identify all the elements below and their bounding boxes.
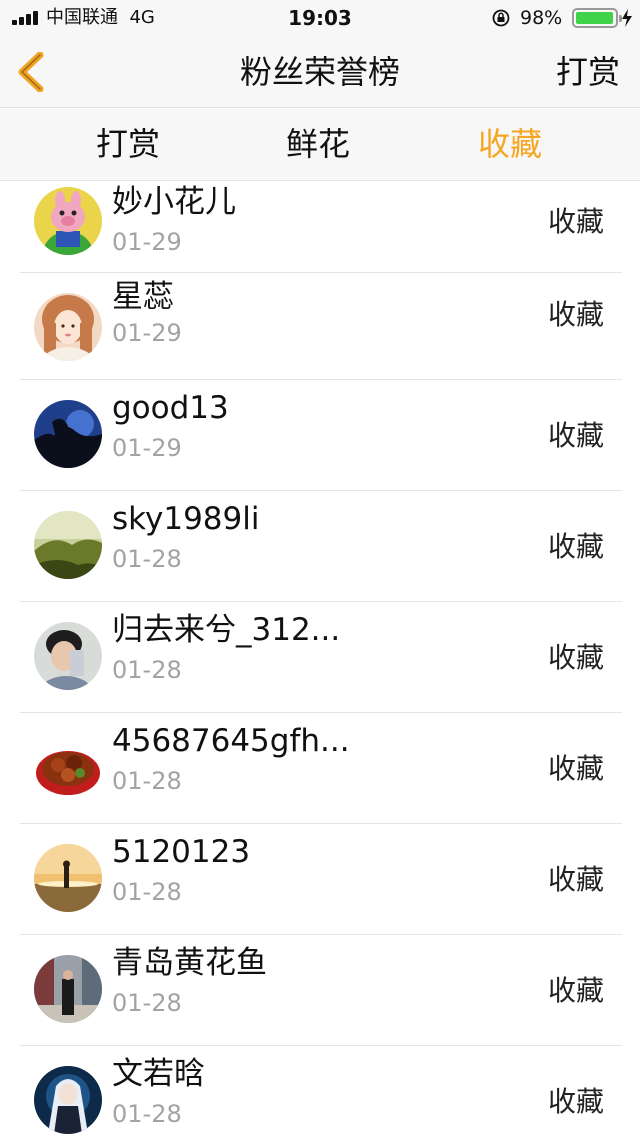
boy-selfie-avatar — [34, 622, 102, 690]
fan-name: 妙小花儿 — [112, 184, 236, 220]
food-dish-avatar — [34, 733, 102, 801]
tab-reward[interactable]: 打赏 — [68, 125, 188, 163]
fan-date: 01-28 — [112, 767, 182, 795]
fan-date: 01-29 — [112, 319, 182, 347]
fan-name: 文若晗 — [112, 1056, 205, 1092]
fan-list: 妙小花儿 01-29 收藏 星蕊 01-29 收藏 good13 01-29 收藏 s… — [0, 182, 640, 1139]
street-photo-avatar — [34, 955, 102, 1023]
fan-name: good13 — [112, 390, 229, 426]
rotation-lock-icon — [492, 9, 510, 27]
status-bar: 中国联通 4G 19:03 98% — [0, 0, 640, 36]
battery-fill — [576, 12, 613, 24]
fan-date: 01-28 — [112, 1100, 182, 1128]
fan-name: 5120123 — [112, 834, 251, 870]
favorite-label: 收藏 — [547, 641, 604, 674]
list-item[interactable]: good13 01-29 收藏 — [0, 380, 640, 491]
list-item[interactable]: 45687645gfh... 01-28 收藏 — [0, 713, 640, 824]
fan-name: 青岛黄花鱼 — [112, 945, 267, 981]
list-item[interactable]: 文若晗 01-28 收藏 — [0, 1046, 640, 1139]
tab-bar: 打赏 鲜花 收藏 — [0, 109, 640, 181]
tab-favorites[interactable]: 收藏 — [450, 125, 570, 163]
dark-silhouette-avatar — [34, 400, 102, 468]
tab-flowers[interactable]: 鲜花 — [258, 125, 378, 163]
battery-icon — [572, 8, 622, 28]
fan-name: sky1989li — [112, 501, 260, 537]
fan-date: 01-29 — [112, 434, 182, 462]
sunset-beach-avatar — [34, 844, 102, 912]
fan-name: 45687645gfh... — [112, 723, 350, 759]
fan-date: 01-28 — [112, 989, 182, 1017]
list-item[interactable]: 妙小花儿 01-29 收藏 — [0, 182, 640, 273]
nav-bar: 粉丝荣誉榜 打赏 — [0, 36, 640, 108]
anime-character-avatar — [34, 1066, 102, 1134]
list-item[interactable]: sky1989li 01-28 收藏 — [0, 491, 640, 602]
girl-portrait-avatar — [34, 293, 102, 361]
fan-date: 01-28 — [112, 656, 182, 684]
list-item[interactable]: 青岛黄花鱼 01-28 收藏 — [0, 935, 640, 1046]
pig-cartoon-avatar — [34, 187, 102, 255]
landscape-avatar — [34, 511, 102, 579]
fan-date: 01-29 — [112, 228, 182, 256]
page-title: 粉丝荣誉榜 — [239, 53, 400, 91]
list-item[interactable]: 5120123 01-28 收藏 — [0, 824, 640, 935]
favorite-label: 收藏 — [547, 298, 604, 331]
charging-bolt-icon — [622, 9, 632, 27]
fan-name: 星蕊 — [112, 279, 174, 315]
battery-percent: 98% — [520, 7, 563, 29]
favorite-label: 收藏 — [547, 752, 604, 785]
fan-date: 01-28 — [112, 878, 182, 906]
favorite-label: 收藏 — [547, 1085, 604, 1118]
favorite-label: 收藏 — [547, 863, 604, 896]
list-item[interactable]: 星蕊 01-29 收藏 — [0, 273, 640, 380]
favorite-label: 收藏 — [547, 530, 604, 563]
reward-button[interactable]: 打赏 — [556, 54, 620, 90]
favorite-label: 收藏 — [547, 419, 604, 452]
list-item[interactable]: 归去来兮_312... 01-28 收藏 — [0, 602, 640, 713]
fan-date: 01-28 — [112, 545, 182, 573]
favorite-label: 收藏 — [547, 205, 604, 238]
fan-name: 归去来兮_312... — [112, 612, 341, 648]
favorite-label: 收藏 — [547, 974, 604, 1007]
